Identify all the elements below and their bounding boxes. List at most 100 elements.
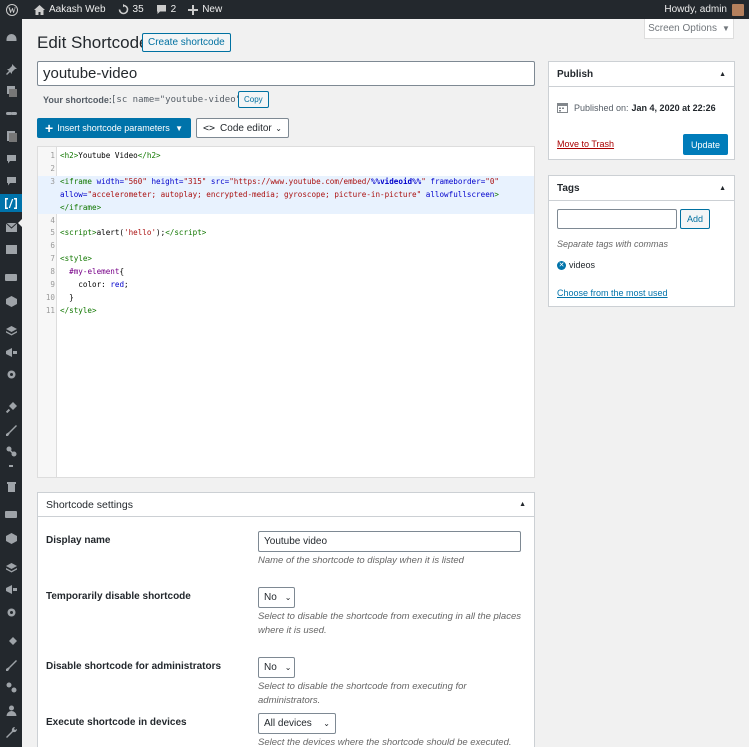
menu-appearance[interactable]	[0, 366, 22, 382]
menu-marketing[interactable]	[0, 344, 22, 360]
site-name-link[interactable]: Aakash Web	[28, 0, 112, 19]
howdy-account[interactable]: Howdy, admin	[658, 0, 727, 19]
menu-plugins-2[interactable]	[0, 634, 22, 650]
your-shortcode-value: [sc name="youtube-video"]	[111, 95, 247, 105]
menu-posts[interactable]	[0, 61, 22, 77]
choose-most-used-link[interactable]: Choose from the most used	[557, 288, 668, 298]
code-line[interactable]: </iframe>	[38, 201, 534, 215]
publish-header[interactable]: Publish ▲	[549, 62, 734, 87]
code-line[interactable]: 9 color: red;	[38, 279, 534, 292]
admin-disable-select[interactable]: No ⌄	[258, 657, 295, 678]
tag-input[interactable]	[557, 209, 677, 229]
menu-analytics[interactable]	[0, 322, 22, 338]
comments-icon	[6, 154, 16, 163]
menu-media[interactable]	[0, 83, 22, 99]
insert-parameters-button[interactable]: + Insert shortcode parameters ▼	[37, 118, 191, 138]
menu-trash[interactable]	[0, 478, 22, 494]
collapse-icon[interactable]: ▲	[519, 501, 526, 508]
plug-icon	[5, 401, 17, 413]
code-line[interactable]: 2	[38, 163, 534, 176]
menu-woocommerce-2[interactable]	[0, 507, 22, 523]
menu-users-2[interactable]	[0, 657, 22, 673]
settings-header[interactable]: Shortcode settings ▲	[38, 493, 534, 517]
menu-tools-2[interactable]	[0, 679, 22, 695]
new-content-link[interactable]: New	[182, 0, 228, 19]
code-line[interactable]: 5 <script>alert('hello');</script>	[38, 227, 534, 240]
code-line[interactable]: 3 <iframe width="560" height="315" src="h…	[38, 175, 534, 189]
code-line[interactable]: 7 <style>	[38, 253, 534, 266]
display-name-input[interactable]: Youtube video	[258, 531, 521, 552]
code-editor-dropdown[interactable]: <> Code editor ⌄	[196, 118, 289, 138]
tags-header[interactable]: Tags ▲	[549, 176, 734, 201]
move-to-trash-link[interactable]: Move to Trash	[557, 139, 614, 149]
menu-profile[interactable]	[0, 702, 22, 718]
wrench-icon	[6, 446, 16, 456]
menu-products[interactable]	[0, 293, 22, 309]
code-line[interactable]: 1 <h2>Youtube Video</h2>	[38, 150, 534, 163]
menu-appearance-2[interactable]	[0, 604, 22, 620]
code-text: <script>alert('hello');</script>	[60, 228, 207, 238]
copy-button[interactable]: Copy	[238, 91, 269, 108]
line-number: 5	[50, 228, 55, 238]
menu-shortcodes[interactable]	[0, 194, 22, 212]
wordpress-logo-button[interactable]: W	[0, 0, 28, 19]
menu-mail[interactable]	[0, 219, 22, 235]
menu-links[interactable]	[0, 105, 22, 121]
menu-tools[interactable]	[0, 443, 22, 459]
code-line[interactable]: 11 </style>	[38, 305, 534, 318]
chevron-down-icon: ▼	[722, 24, 730, 33]
code-line[interactable]: allow="accelerometer; autoplay; encrypte…	[38, 188, 534, 202]
calendar-icon	[557, 103, 568, 113]
code-line[interactable]: 8 #my-element{	[38, 266, 534, 279]
menu-marketing-2[interactable]	[0, 581, 22, 597]
devices-select[interactable]: All devices ⌄	[258, 713, 336, 734]
menu-analytics-2[interactable]	[0, 559, 22, 575]
code-line[interactable]: 10 }	[38, 292, 534, 305]
gear-icon	[7, 370, 15, 378]
code-line[interactable]: 6	[38, 240, 534, 253]
code-line[interactable]: 4	[38, 215, 534, 228]
remove-tag-icon[interactable]: ✕	[557, 260, 566, 270]
published-on-value: Jan 4, 2020 at 22:26	[631, 102, 716, 113]
menu-dashboard[interactable]	[0, 30, 22, 46]
screen-options-button[interactable]: Screen Options ▼	[644, 19, 734, 39]
code-text: <style>	[60, 254, 93, 264]
caret-down-icon: ▼	[175, 123, 183, 133]
line-number: 7	[50, 254, 55, 264]
menu-plugins[interactable]	[0, 399, 22, 415]
updates-link[interactable]: 35	[112, 0, 150, 19]
create-shortcode-button[interactable]: Create shortcode	[142, 33, 231, 52]
menu-comments[interactable]	[0, 151, 22, 167]
menu-users[interactable]	[0, 422, 22, 438]
collapse-icon[interactable]: ▲	[719, 185, 726, 192]
code-editor[interactable]: 1 <h2>Youtube Video</h2> 2 3 <iframe width="…	[37, 146, 535, 478]
code-text: </style>	[60, 305, 97, 315]
comments-link[interactable]: 2	[150, 0, 183, 19]
plus-icon: +	[45, 120, 54, 136]
devices-desc: Select the devices where the shortcode s…	[258, 737, 512, 747]
code-text: color: red;	[78, 280, 129, 289]
published-on-label: Published on:	[574, 102, 629, 113]
dot-icon	[9, 465, 13, 467]
update-button[interactable]: Update	[683, 134, 728, 155]
menu-mail-2[interactable]	[0, 241, 22, 257]
home-icon	[34, 4, 45, 15]
admin-bar: W Aakash Web 35 2 New Howdy, admin	[0, 0, 749, 19]
menu-comments-2[interactable]	[0, 173, 22, 189]
woo-icon	[5, 273, 17, 281]
tag-item: ✕ videos	[557, 260, 595, 270]
collapse-icon[interactable]: ▲	[719, 71, 726, 78]
line-number: 2	[50, 163, 55, 173]
line-number: 9	[50, 280, 55, 289]
temp-disable-select[interactable]: No ⌄	[258, 587, 295, 608]
menu-pages[interactable]	[0, 128, 22, 144]
menu-woocommerce[interactable]	[0, 270, 22, 286]
shortcode-title-input[interactable]: youtube-video	[37, 61, 535, 86]
add-tag-button[interactable]: Add	[680, 209, 710, 229]
code-editor-label: Code editor	[220, 122, 272, 134]
avatar[interactable]	[732, 3, 744, 16]
menu-settings[interactable]	[0, 724, 22, 740]
menu-products-2[interactable]	[0, 530, 22, 546]
user-icon	[6, 705, 16, 716]
box-icon	[5, 295, 17, 307]
